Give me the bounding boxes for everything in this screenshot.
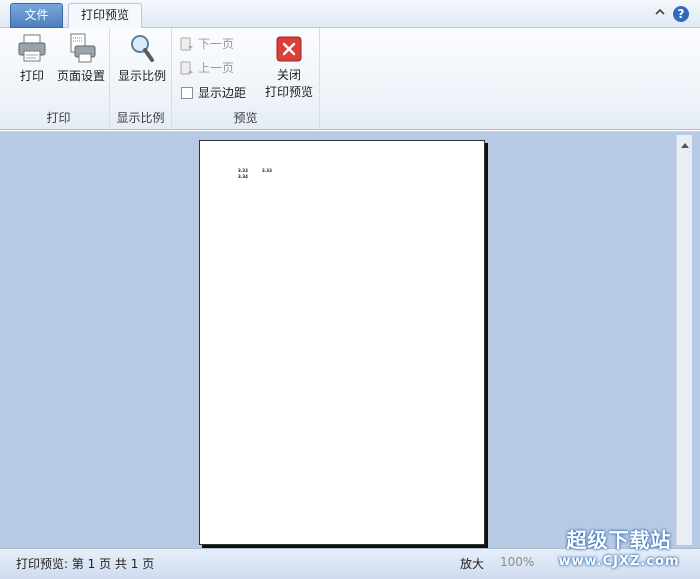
tab-print-preview[interactable]: 打印预览 xyxy=(68,3,142,28)
vertical-scrollbar[interactable] xyxy=(676,135,692,545)
magnifier-icon xyxy=(126,32,158,64)
title-bar: 文件 打印预览 ? xyxy=(0,0,700,28)
close-label-line2: 打印预览 xyxy=(264,85,313,99)
print-group: 打印 页面设置 打印 xyxy=(8,28,110,130)
checkbox-icon xyxy=(180,86,194,100)
page-setup-icon xyxy=(65,32,97,64)
zoom-label: 显示比例 xyxy=(117,69,166,83)
print-button[interactable]: 打印 xyxy=(10,32,54,84)
cell-value: 3.33 xyxy=(262,168,272,173)
help-icon[interactable]: ? xyxy=(672,5,690,26)
ribbon: 打印 页面设置 打印 显示比例 显示比例 下一页 上一页 显示边距 关闭 打印预… xyxy=(0,28,700,130)
print-group-label: 打印 xyxy=(46,111,71,125)
cell-value: 3.33 xyxy=(238,168,248,173)
cell-value: 3.34 xyxy=(238,174,248,179)
prev-page-icon xyxy=(180,61,194,75)
next-page-icon xyxy=(180,37,194,51)
watermark-logo: 超级下载站 www.CJXZ.com xyxy=(544,527,694,577)
show-margins-checkbox[interactable]: 显示边距 xyxy=(178,83,246,103)
preview-group-label: 预览 xyxy=(233,111,258,125)
preview-group: 下一页 上一页 显示边距 关闭 打印预览 预览 xyxy=(172,28,320,130)
watermark-line1: 超级下载站 xyxy=(566,528,672,552)
zoom-button[interactable]: 显示比例 xyxy=(116,32,168,84)
zoom-in-button[interactable]: 放大 xyxy=(460,555,484,572)
zoom-group-label: 显示比例 xyxy=(116,111,165,125)
print-label: 打印 xyxy=(19,69,44,83)
watermark-line2: www.CJXZ.com xyxy=(558,554,680,569)
page-info: 打印预览: 第 1 页 共 1 页 xyxy=(16,557,155,571)
next-page-button[interactable]: 下一页 xyxy=(178,34,234,54)
preview-page: 3.33 3.33 3.34 xyxy=(199,140,485,545)
prev-page-label: 上一页 xyxy=(198,61,235,75)
preview-workspace[interactable]: 3.33 3.33 3.34 xyxy=(0,131,700,548)
close-print-preview-button[interactable]: 关闭 打印预览 xyxy=(260,32,318,100)
svg-text:?: ? xyxy=(678,7,685,21)
minimize-ribbon-icon[interactable] xyxy=(654,6,666,21)
printer-icon xyxy=(16,32,48,64)
tab-file[interactable]: 文件 xyxy=(10,3,63,28)
scroll-up-icon[interactable] xyxy=(680,138,690,152)
next-page-label: 下一页 xyxy=(198,37,235,51)
page-setup-button[interactable]: 页面设置 xyxy=(54,32,108,84)
page-setup-label: 页面设置 xyxy=(56,69,105,83)
zoom-level: 100% xyxy=(500,555,535,569)
prev-page-button[interactable]: 上一页 xyxy=(178,58,234,78)
close-label-line1: 关闭 xyxy=(276,68,301,82)
show-margins-label: 显示边距 xyxy=(198,86,247,100)
close-icon xyxy=(276,36,302,62)
zoom-group: 显示比例 显示比例 xyxy=(110,28,172,130)
